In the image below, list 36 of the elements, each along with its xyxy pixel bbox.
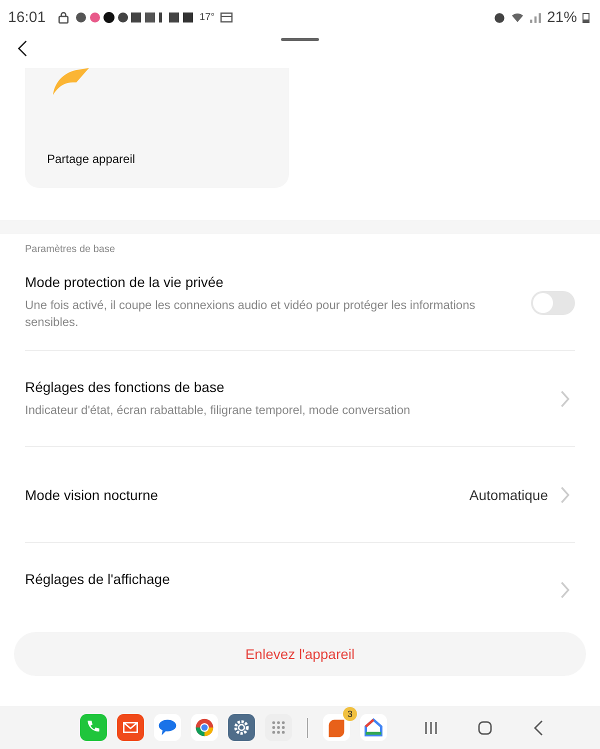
row-title: Mode vision nocturne — [25, 486, 160, 502]
row-title: Réglages de l'affichage — [25, 571, 171, 587]
notification-badge: 3 — [343, 707, 357, 721]
chevron-right-icon — [560, 579, 570, 601]
battery-text: 21% — [546, 8, 577, 26]
temperature-text: 17° — [200, 12, 215, 22]
signal-icon — [528, 10, 542, 24]
status-time: 16:01 — [8, 8, 46, 26]
settings-row[interactable]: Réglages des fonctions de base Indicateur d'état, écran rabattable, filigrane temporel, mode conversation — [25, 351, 575, 446]
device-sharing-card[interactable]: Partage appareil — [25, 68, 289, 188]
leaf-app-icon[interactable] — [323, 714, 350, 741]
wifi-icon — [510, 10, 524, 24]
remove-device-button[interactable]: Enlevez l'appareil — [14, 632, 586, 676]
row-value: Automatique — [469, 486, 548, 502]
phone-app-icon[interactable] — [80, 714, 107, 741]
settings-row[interactable]: Mode protection de la vie privée Une fois activé, il coupe les connexions audio et vidéo pour protéger les informations sensibles. — [25, 255, 575, 350]
settings-row[interactable]: Mode vision nocturne Automatique — [25, 447, 575, 542]
row-description: Indicateur d'état, écran rabattable, filigrane temporel, mode conversation — [25, 402, 412, 418]
share-arrow-icon — [51, 68, 91, 95]
battery-icon — [582, 10, 590, 24]
drag-handle[interactable] — [281, 38, 319, 41]
row-title: Réglages des fonctions de base — [25, 378, 226, 395]
back-icon[interactable] — [17, 40, 28, 57]
row-description: Une fois activé, il coupe les connexions audio et vidéo pour protéger les informations sensibles. — [25, 297, 476, 331]
mail-app-icon[interactable] — [117, 714, 144, 741]
section-label: Paramètres de base — [24, 243, 116, 255]
app-drawer-icon[interactable] — [265, 714, 292, 741]
home-app-icon[interactable] — [360, 714, 387, 741]
row-title: Mode protection de la vie privée — [25, 274, 224, 290]
browser-app-icon[interactable] — [191, 714, 218, 741]
window-icon — [220, 10, 233, 24]
toggle-switch[interactable] — [531, 290, 575, 314]
lock-icon — [56, 10, 70, 24]
settings-row[interactable]: Réglages de l'affichage — [25, 543, 575, 609]
messages-app-icon[interactable] — [154, 714, 181, 741]
settings-icon[interactable] — [228, 714, 255, 741]
